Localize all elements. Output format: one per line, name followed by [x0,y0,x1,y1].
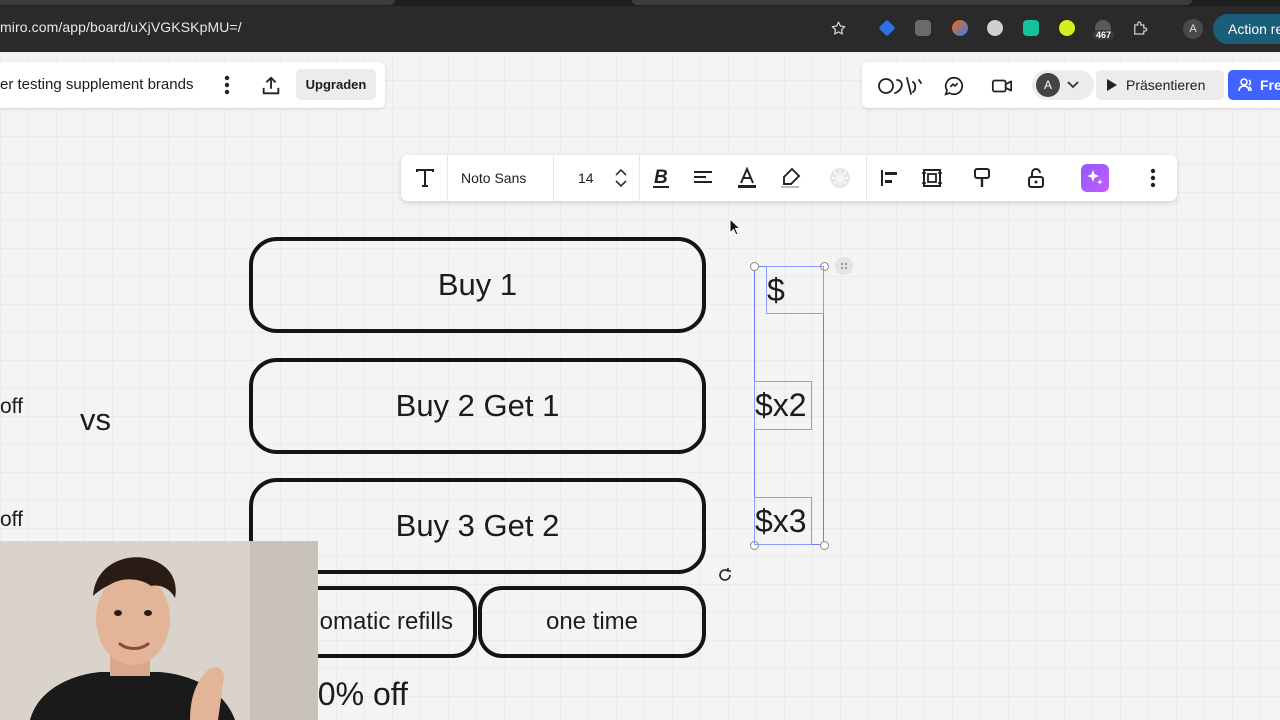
fill-color-icon[interactable] [828,166,852,190]
more-options-icon[interactable] [1141,166,1165,190]
lime-extension-icon[interactable] [1057,18,1077,38]
code-extension-icon[interactable] [913,18,933,38]
grammarly-extension-icon[interactable] [1021,18,1041,38]
reactions-icon[interactable] [876,72,924,98]
tag-extension-icon[interactable] [877,18,897,38]
browser-tab[interactable] [0,0,395,5]
price-text-1[interactable]: $ [766,266,824,314]
one-time-shape[interactable]: one time [478,586,706,658]
text-color-icon[interactable] [735,166,759,190]
text-align-icon[interactable] [691,166,715,190]
action-button[interactable]: Action re [1213,14,1280,44]
sparkle-icon [1087,170,1103,185]
bookmark-star-icon[interactable] [828,18,848,38]
collaboration-bar: A Präsentieren Fre [862,62,1280,108]
share-button[interactable]: Fre [1228,70,1280,100]
discount-text[interactable]: off [0,508,23,532]
drag-handle-icon[interactable] [835,257,853,275]
share-upload-icon[interactable] [259,74,283,98]
offer-shape-buy-1[interactable]: Buy 1 [249,237,706,333]
ai-sparkle-button[interactable] [1081,164,1109,192]
colorful-extension-icon[interactable] [950,18,970,38]
svg-text:B: B [654,167,668,188]
chevron-down-icon [1066,78,1080,92]
format-painter-icon[interactable] [970,166,994,190]
discount-text[interactable]: off [0,395,23,419]
price-text-3[interactable]: $x3 [754,497,812,545]
text-format-toolbar: Noto Sans 14 B [401,155,1177,201]
clock-extension-icon[interactable] [985,18,1005,38]
comment-icon[interactable] [942,74,966,98]
font-size-input[interactable]: 14 [578,170,594,186]
board-title[interactable]: er testing supplement brands [0,76,193,93]
font-family-select[interactable]: Noto Sans [461,170,526,186]
present-label: Präsentieren [1126,77,1206,93]
more-options-icon[interactable] [216,74,238,96]
rotate-handle-icon[interactable] [716,566,734,584]
divider [866,155,867,201]
bold-icon[interactable]: B [649,166,673,190]
vs-text[interactable]: vs [80,402,111,438]
users-icon [1238,78,1252,92]
puzzle-extensions-icon[interactable] [1130,18,1150,38]
webcam-overlay [0,541,318,720]
video-call-icon[interactable] [990,74,1014,98]
font-size-stepper-icon[interactable] [609,163,633,193]
browser-profile-avatar[interactable]: A [1183,19,1203,39]
text-tool-icon[interactable] [413,166,437,190]
divider [553,155,554,201]
board-header: er testing supplement brands Upgraden [0,62,385,108]
url-text[interactable]: miro.com/app/board/uXjVGKSKpMU=/ [0,19,242,35]
avatar: A [1036,73,1060,97]
browser-tab[interactable] [632,0,1192,5]
divider [639,155,640,201]
lock-icon[interactable] [1024,166,1048,190]
present-button[interactable]: Präsentieren [1096,70,1224,100]
collaborators-avatar-group[interactable]: A [1032,70,1094,100]
price-text-2[interactable]: $x2 [754,381,812,430]
webcam-person-image [0,541,318,720]
resize-handle[interactable] [750,262,759,271]
frame-icon[interactable] [920,166,944,190]
upgrade-button[interactable]: Upgraden [296,69,376,100]
share-label: Fre [1260,77,1280,93]
highlight-icon[interactable] [778,166,802,190]
divider [447,155,448,201]
address-bar: miro.com/app/board/uXjVGKSKpMU=/ 467 A A… [0,6,1280,52]
mouse-cursor-icon [729,218,741,236]
align-objects-icon[interactable] [878,166,902,190]
resize-handle[interactable] [820,541,829,550]
offer-shape-buy-2-get-1[interactable]: Buy 2 Get 1 [249,358,706,454]
play-icon [1107,79,1117,91]
extension-badge: 467 [1093,30,1115,40]
